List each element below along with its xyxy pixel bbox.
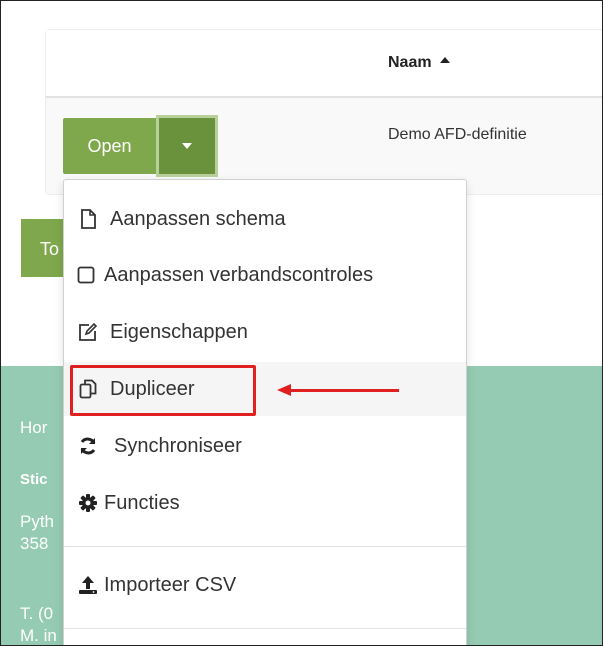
upload-icon <box>78 574 98 596</box>
open-button[interactable]: Open <box>63 118 156 174</box>
edit-icon <box>78 321 98 343</box>
menu-divider <box>64 628 466 629</box>
column-header-label: Naam <box>388 54 432 71</box>
footer-mail: M. in <box>20 626 57 645</box>
annotation-highlight-box <box>70 365 256 416</box>
annotation-arrow-head-icon <box>277 384 291 396</box>
menu-item-label: Aanpassen schema <box>110 207 286 230</box>
square-icon <box>76 264 96 286</box>
menu-item-importeer-csv[interactable]: Importeer CSV <box>64 558 466 612</box>
footer-phone: T. (0 <box>20 604 54 623</box>
screenshot-frame: Naam Demo AFD-definitie To Hor Stic Pyth… <box>0 0 603 646</box>
menu-item-aanpassen-verbandscontroles[interactable]: Aanpassen verbandscontroles <box>64 248 466 302</box>
menu-divider <box>64 546 466 547</box>
menu-item-label: Eigenschappen <box>110 320 248 343</box>
footer-org-name: Stic <box>20 471 48 488</box>
footer-line: Hor <box>20 418 48 437</box>
file-icon <box>78 208 98 230</box>
menu-item-label: Importeer CSV <box>104 573 237 596</box>
menu-item-synchroniseer[interactable]: Synchroniseer <box>64 419 466 473</box>
table-cell-name: Demo AFD-definitie <box>388 126 527 143</box>
sync-icon <box>78 435 98 457</box>
menu-item-aanpassen-schema[interactable]: Aanpassen schema <box>64 192 466 246</box>
footer-address-line: Pyth <box>20 512 55 531</box>
annotation-arrow-line <box>287 389 399 392</box>
caret-down-icon <box>182 143 192 149</box>
menu-item-functies[interactable]: Functies <box>64 476 466 530</box>
gear-icon <box>78 492 98 514</box>
background-button-label: To <box>40 239 60 259</box>
menu-item-label: Aanpassen verbandscontroles <box>104 263 374 286</box>
column-header-naam[interactable]: Naam <box>388 54 450 72</box>
menu-item-label: Synchroniseer <box>114 434 242 457</box>
menu-item-eigenschappen[interactable]: Eigenschappen <box>64 305 466 359</box>
sort-asc-icon <box>439 57 450 63</box>
footer-address-line: 358 <box>20 534 49 553</box>
dropdown-toggle-button[interactable] <box>156 115 218 177</box>
menu-item-label: Functies <box>104 491 180 514</box>
table-header: Naam <box>46 30 602 98</box>
